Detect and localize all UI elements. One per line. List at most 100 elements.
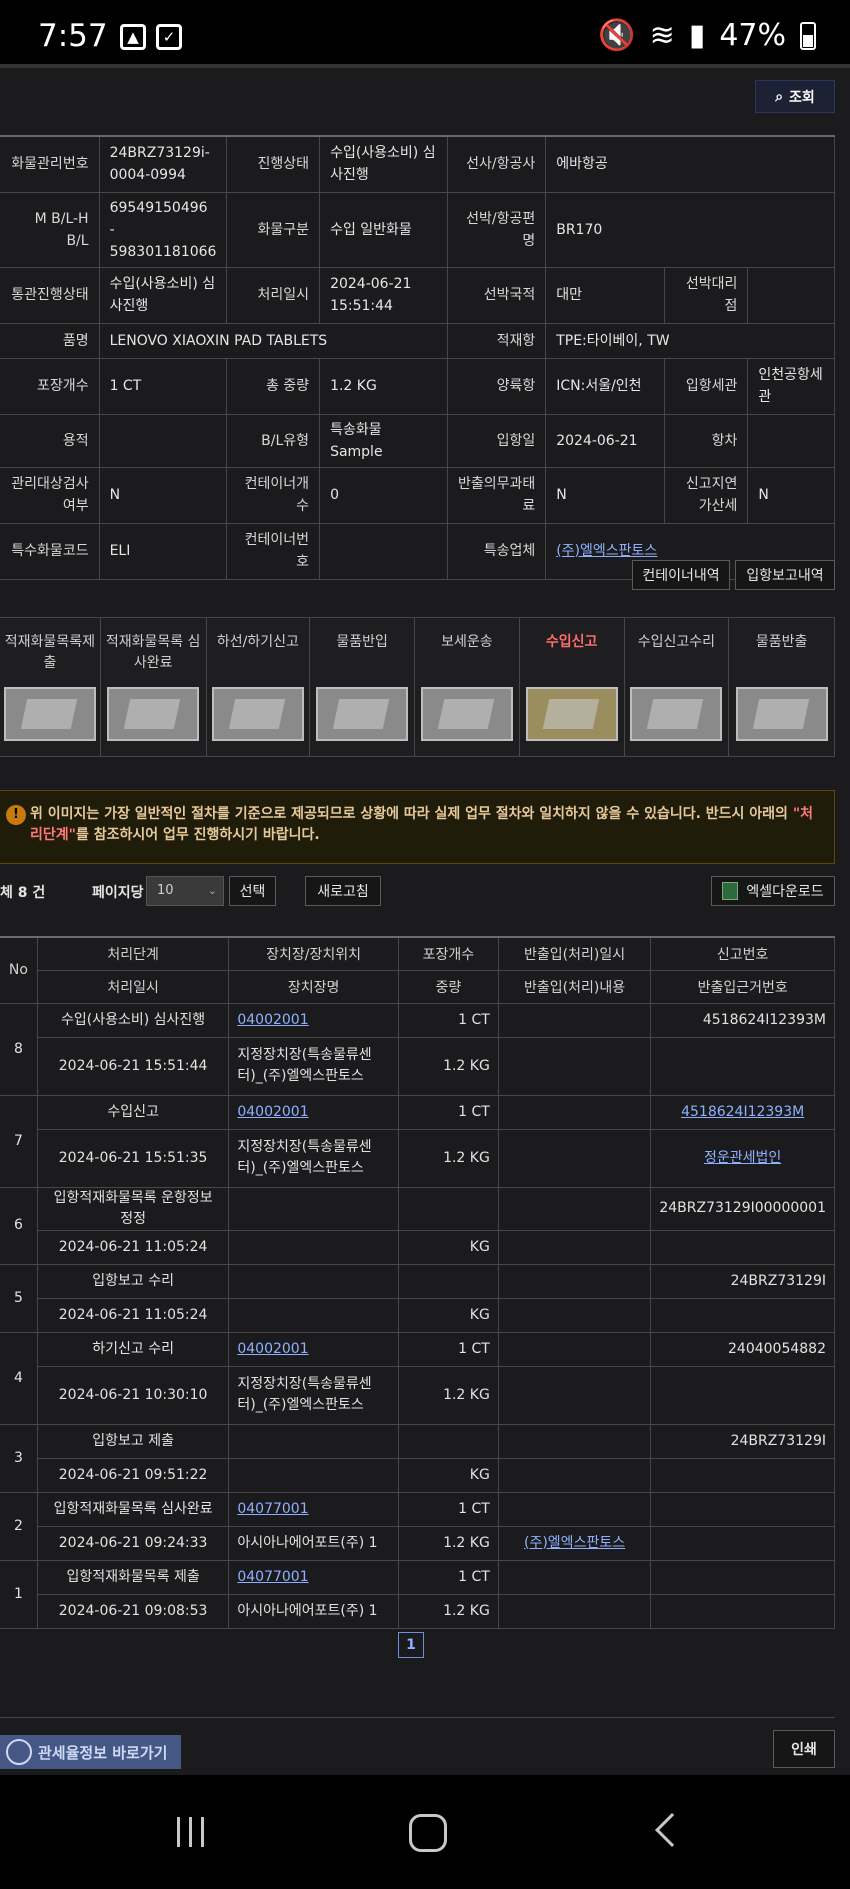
info-label: 선박/항공편명 <box>446 191 547 268</box>
process-step-label: 하선/하기신고 <box>216 634 299 650</box>
info-value: 특송화물 Sample <box>319 413 448 468</box>
process-step: 보세운송 <box>415 618 520 756</box>
arrival-report-history-button[interactable]: 입항보고내역 <box>735 560 835 590</box>
cell-location-link[interactable]: 04077001 <box>237 1569 308 1585</box>
per-page-select[interactable]: 10 ⌄ <box>146 876 224 906</box>
excel-download-button[interactable]: 엑셀다운로드 <box>711 876 835 906</box>
cell-io-content <box>497 1128 652 1188</box>
info-label: 특수화물코드 <box>0 522 100 580</box>
cell-basis-no <box>650 1525 835 1561</box>
info-row: 포장개수 1 CT 총 중량 1.2 KG 양륙항 ICN:서울/인천 입항세관 인천공항세관 <box>0 357 835 415</box>
cell-io-content-link[interactable]: (주)엘엑스판토스 <box>524 1535 625 1551</box>
cell-location-name <box>228 1229 399 1265</box>
col-io-content: 반출입(처리)내용 <box>497 969 652 1004</box>
info-label: 진행상태 <box>226 135 321 193</box>
recent-apps-icon[interactable] <box>172 1817 208 1847</box>
cell-io-content[interactable]: (주)엘엑스판토스 <box>497 1525 652 1561</box>
col-location-name: 장치장명 <box>228 969 399 1004</box>
info-value <box>98 413 228 468</box>
status-time: 7:57 <box>38 18 108 54</box>
process-step-illustration-icon <box>211 687 304 741</box>
search-button-label: 조회 <box>789 89 815 106</box>
search-button[interactable]: ⌕ 조회 <box>755 80 835 113</box>
info-value: 에바항공 <box>545 135 835 193</box>
cell-io-datetime <box>497 1423 652 1459</box>
info-row: 품명 LENOVO XIAOXIN PAD TABLETS 적재항 TPE:타이베이,… <box>0 322 835 359</box>
excel-download-label: 엑셀다운로드 <box>746 884 824 900</box>
cell-basis-no-link[interactable]: 정운관세법인 <box>704 1150 781 1166</box>
table-row: 3 입항보고 제출 24BRZ73129I <box>0 1423 835 1493</box>
process-step: 하선/하기신고 <box>207 618 311 756</box>
notice-text-part: 를 참조하시어 업무 진행하시기 바랍니다. <box>75 827 320 843</box>
courier-link[interactable]: (주)엘엑스판토스 <box>556 543 657 559</box>
cell-location-name <box>228 1457 399 1493</box>
info-value: BR170 <box>545 191 835 268</box>
cargo-info-table: 화물관리번호 24BRZ73129i-0004-0994 진행상태 수입(사용소비) … <box>0 135 835 580</box>
cell-basis-no <box>650 1229 835 1265</box>
container-history-button[interactable]: 컨테이너내역 <box>632 560 730 590</box>
cell-datetime: 2024-06-21 15:51:44 <box>36 1036 230 1096</box>
info-label: 반출의무과태료 <box>446 466 547 524</box>
cell-datetime: 2024-06-21 09:51:22 <box>36 1457 230 1493</box>
row-number: 7 <box>0 1094 38 1188</box>
gallery-notification-icon: ▲ <box>120 24 146 50</box>
cell-io-content <box>497 1036 652 1096</box>
col-weight: 중량 <box>397 969 499 1004</box>
cell-package: 1 CT <box>397 1094 499 1130</box>
cell-location[interactable]: 04077001 <box>228 1559 399 1595</box>
row-number: 2 <box>0 1491 38 1561</box>
cell-location <box>228 1186 399 1231</box>
info-value: ELI <box>98 522 228 580</box>
info-label: 컨테이너개수 <box>226 466 321 524</box>
cell-location[interactable]: 04002001 <box>228 1331 399 1367</box>
page-1-button[interactable]: 1 <box>398 1632 424 1658</box>
info-value: TPE:타이베이, TW <box>545 322 835 359</box>
process-step-label: 수입신고수리 <box>637 634 716 650</box>
table-row: 2024-06-21 11:05:24 KG <box>0 1297 835 1333</box>
info-row: 용적 B/L유형 특송화물 Sample 입항일 2024-06-21 항차 <box>0 413 835 468</box>
col-step: 처리단계 <box>36 936 230 971</box>
info-label: 양륙항 <box>446 357 547 415</box>
process-step: 수입신고수리 <box>625 618 730 756</box>
info-value: 수입(사용소비) 심사진행 <box>98 266 228 324</box>
table-row: 2024-06-21 15:51:35 지정장치장(특송물류센터)_(주)엘엑스판… <box>0 1128 835 1188</box>
cell-package: 1 CT <box>397 1002 499 1038</box>
signal-icon: ▮ <box>688 18 706 53</box>
notice-text-part: 위 이미지는 가장 일반적인 절차를 기준으로 제공되므로 상황에 따라 실제 … <box>30 806 793 822</box>
cell-weight: 1.2 KG <box>397 1128 499 1188</box>
cell-report-no[interactable]: 4518624I12393M <box>650 1094 835 1130</box>
cell-weight: 1.2 KG <box>397 1525 499 1561</box>
cell-location[interactable]: 04077001 <box>228 1491 399 1527</box>
tariff-info-banner[interactable]: 관세율정보 바로가기 <box>0 1735 181 1769</box>
info-value: 2024-06-21 15:51:44 <box>319 266 448 324</box>
refresh-button[interactable]: 새로고침 <box>305 876 381 906</box>
info-value <box>747 413 835 468</box>
col-io-datetime: 반출입(처리)일시 <box>497 936 652 971</box>
info-label: 선사/항공사 <box>446 135 547 193</box>
cell-location-link[interactable]: 04002001 <box>237 1341 308 1357</box>
cell-report-no: 24040054882 <box>650 1331 835 1367</box>
info-value <box>319 522 448 580</box>
cell-basis-no[interactable]: 정운관세법인 <box>650 1128 835 1188</box>
select-button[interactable]: 선택 <box>229 876 276 906</box>
cell-datetime: 2024-06-21 15:51:35 <box>36 1128 230 1188</box>
cell-package: 1 CT <box>397 1331 499 1367</box>
cell-report-no-link[interactable]: 4518624I12393M <box>681 1104 804 1120</box>
table-row: 2024-06-21 09:24:33 아시아나에어포트(주) 1 1.2 KG (주… <box>0 1525 835 1561</box>
cell-package <box>397 1423 499 1459</box>
chevron-down-icon: ⌄ <box>207 884 217 897</box>
home-icon[interactable] <box>409 1814 447 1852</box>
status-bar: 7:57 ▲ ✓ 🔇 ≋ ▮ 47% <box>0 0 850 64</box>
print-button[interactable]: 인쇄 <box>773 1730 835 1768</box>
info-label: M B/L-H B/L <box>0 191 100 268</box>
excel-icon <box>722 882 739 900</box>
info-label: 특송업체 <box>446 522 547 580</box>
info-value <box>747 266 835 324</box>
cell-location[interactable]: 04002001 <box>228 1094 399 1130</box>
info-label: 화물구분 <box>226 191 321 268</box>
cell-location-link[interactable]: 04002001 <box>237 1012 308 1028</box>
cell-location[interactable]: 04002001 <box>228 1002 399 1038</box>
cell-location-link[interactable]: 04002001 <box>237 1104 308 1120</box>
cell-location-link[interactable]: 04077001 <box>237 1501 308 1517</box>
col-location: 장치장/장치위치 <box>228 936 399 971</box>
